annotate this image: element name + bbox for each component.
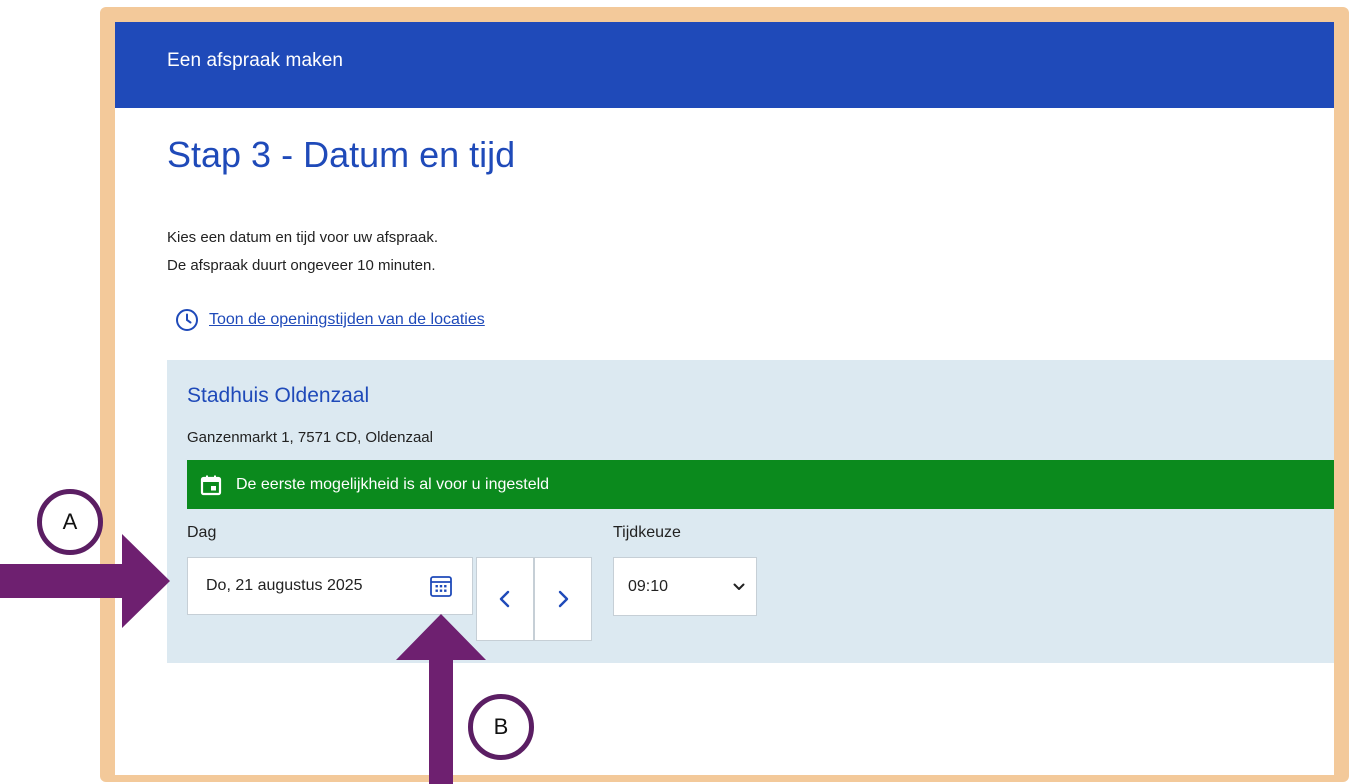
arrow-b [396,614,486,784]
annotation-badge-a: A [37,489,103,555]
calendar-icon [200,475,222,495]
day-label: Dag [187,524,217,541]
calendar-grid-icon[interactable] [428,573,454,599]
appointment-page: Een afspraak maken Stap 3 - Datum en tij… [115,22,1334,775]
annotation-badge-b: B [468,694,534,760]
chevron-down-icon [733,583,745,590]
top-bar: Een afspraak maken [115,22,1334,108]
first-availability-notice: De eerste mogelijkheid is al voor u inge… [187,460,1334,509]
time-value[interactable]: 09:10 [628,578,732,596]
intro-text: Kies een datum en tijd voor uw afspraak.… [167,224,438,280]
location-address: Ganzenmarkt 1, 7571 CD, Oldenzaal [187,429,433,446]
opening-hours-link-label[interactable]: Toon de openingstijden van de locaties [209,311,485,329]
time-select[interactable]: 09:10 [613,557,757,616]
page-title: Stap 3 - Datum en tijd [167,134,516,175]
opening-hours-link[interactable]: Toon de openingstijden van de locaties [175,308,485,332]
chevron-left-icon [499,590,510,608]
next-day-button[interactable] [534,557,592,641]
date-input[interactable]: Do, 21 augustus 2025 [187,557,473,615]
chevron-right-icon [558,590,569,608]
intro-line: De afspraak duurt ongeveer 10 minuten. [167,257,436,274]
date-value[interactable]: Do, 21 augustus 2025 [206,577,428,595]
clock-icon [176,309,198,331]
notice-text: De eerste mogelijkheid is al voor u inge… [236,475,550,493]
location-name: Stadhuis Oldenzaal [187,384,370,407]
location-panel: Stadhuis Oldenzaal Ganzenmarkt 1, 7571 C… [167,360,1334,663]
app-title: Een afspraak maken [167,50,344,71]
intro-line: Kies een datum en tijd voor uw afspraak. [167,229,438,246]
time-label: Tijdkeuze [613,524,681,541]
